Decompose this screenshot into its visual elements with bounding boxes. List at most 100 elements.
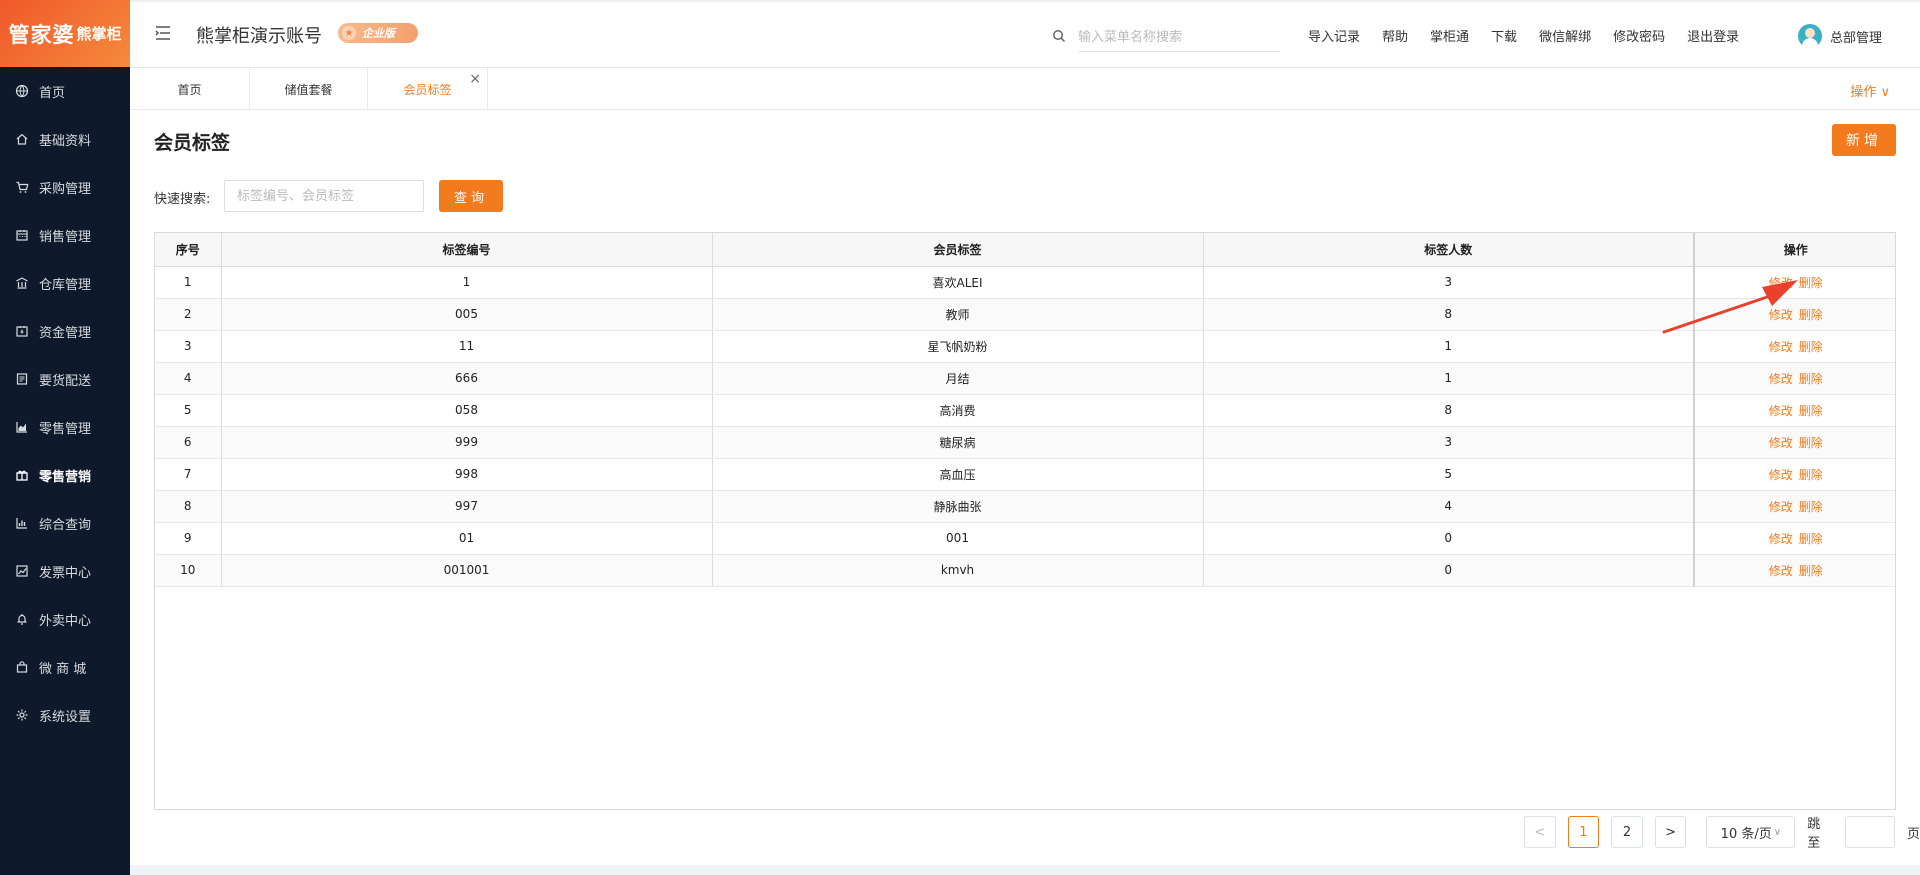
delete-link[interactable]: 删除 <box>1799 340 1823 354</box>
delete-link[interactable]: 删除 <box>1799 308 1823 322</box>
cell-count: 0 <box>1203 554 1695 587</box>
jump-label: 跳至 <box>1807 817 1821 851</box>
edit-link[interactable]: 修改 <box>1769 340 1793 354</box>
edit-link[interactable]: 修改 <box>1769 564 1793 578</box>
edit-link[interactable]: 修改 <box>1769 276 1793 290</box>
sidebar-item-label: 综合查询 <box>39 517 92 533</box>
delete-link[interactable]: 删除 <box>1799 500 1823 514</box>
tab-member-tags[interactable]: 会员标签 × <box>368 68 488 110</box>
edit-link[interactable]: 修改 <box>1769 436 1793 450</box>
menu-search-input[interactable] <box>1078 24 1280 52</box>
sidebar-item-14[interactable]: 系统设置 <box>0 691 130 739</box>
delete-link[interactable]: 删除 <box>1799 532 1823 546</box>
edit-link[interactable]: 修改 <box>1769 500 1793 514</box>
change-password-link[interactable]: 修改密码 <box>1613 26 1665 45</box>
jump-page-input[interactable] <box>1844 816 1895 848</box>
delete-link[interactable]: 删除 <box>1799 276 1823 290</box>
table-row: 1 1 喜欢ALEI 3 修改 删除 <box>155 266 1895 299</box>
sidebar-item-label: 系统设置 <box>39 709 92 725</box>
sidebar-item-10[interactable]: 综合查询 <box>0 499 130 547</box>
operations-dropdown[interactable]: 操作 ∨ <box>1850 81 1890 100</box>
cell-seq: 9 <box>155 522 222 555</box>
page-size-select[interactable]: 10 条/页 ∨ <box>1706 816 1796 848</box>
cell-code: 666 <box>221 362 713 395</box>
close-icon[interactable]: × <box>469 72 481 86</box>
cell-tag: 喜欢ALEI <box>712 266 1204 299</box>
delete-link[interactable]: 删除 <box>1799 372 1823 386</box>
table-row: 3 11 星飞帆奶粉 1 修改 删除 <box>155 330 1895 363</box>
user-menu[interactable]: 总部管理 <box>1798 24 1882 48</box>
sidebar-item-5[interactable]: 仓库管理 <box>0 259 130 307</box>
cell-seq: 7 <box>155 458 222 491</box>
calendar-icon <box>15 228 29 242</box>
edition-badge: ★ 企业版 <box>338 23 418 43</box>
edit-link[interactable]: 修改 <box>1769 404 1793 418</box>
avatar[interactable] <box>1798 24 1822 48</box>
tags-table: 序号 标签编号 会员标签 标签人数 操作 1 1 喜欢ALEI 3 修改 删除 2 005 教师… <box>154 232 1896 810</box>
cell-code: 999 <box>221 426 713 459</box>
column-header-seq: 序号 <box>155 233 222 267</box>
tab-stored-value-package[interactable]: 储值套餐 <box>250 68 368 110</box>
sidebar-item-label: 资金管理 <box>39 325 92 341</box>
sidebar-item-label: 销售管理 <box>39 229 92 245</box>
cell-tag: 静脉曲张 <box>712 490 1204 523</box>
cell-actions: 修改 删除 <box>1693 266 1895 299</box>
cell-tag: 教师 <box>712 298 1204 331</box>
page-button-2[interactable]: 2 <box>1611 816 1643 848</box>
sidebar: 管家婆 熊掌柜 首页 基础资料 采购管理销售管理仓库管理资金管理要货配送 零售管理 零售… <box>0 0 130 875</box>
cell-count: 0 <box>1203 522 1695 555</box>
sidebar-item-9[interactable]: 零售营销 <box>0 451 130 499</box>
zhangguitong-link[interactable]: 掌柜通 <box>1430 26 1469 45</box>
help-link[interactable]: 帮助 <box>1382 26 1408 45</box>
sidebar-item-2[interactable]: 基础资料 <box>0 115 130 163</box>
column-header-count: 标签人数 <box>1203 233 1695 267</box>
cell-count: 5 <box>1203 458 1695 491</box>
sidebar-item-1[interactable]: 首页 <box>0 67 130 115</box>
cell-seq: 1 <box>155 266 222 299</box>
add-button[interactable]: 新增 <box>1832 124 1896 156</box>
sidebar-item-12[interactable]: 外卖中心 <box>0 595 130 643</box>
quick-search-input[interactable] <box>224 180 424 212</box>
logout-link[interactable]: 退出登录 <box>1687 26 1739 45</box>
delete-link[interactable]: 删除 <box>1799 564 1823 578</box>
delete-link[interactable]: 删除 <box>1799 404 1823 418</box>
edit-link[interactable]: 修改 <box>1769 468 1793 482</box>
download-link[interactable]: 下载 <box>1491 26 1517 45</box>
sidebar-item-3[interactable]: 采购管理 <box>0 163 130 211</box>
wechat-unbind-link[interactable]: 微信解绑 <box>1539 26 1591 45</box>
sidebar-item-6[interactable]: 资金管理 <box>0 307 130 355</box>
query-button[interactable]: 查询 <box>439 180 503 212</box>
line-chart-icon <box>15 564 29 578</box>
sidebar-item-4[interactable]: 销售管理 <box>0 211 130 259</box>
cell-count: 1 <box>1203 330 1695 363</box>
delete-link[interactable]: 删除 <box>1799 468 1823 482</box>
sidebar-item-13[interactable]: 微 商 城 <box>0 643 130 691</box>
tab-label: 首页 <box>177 82 202 97</box>
table-row: 2 005 教师 8 修改 删除 <box>155 298 1895 331</box>
username[interactable]: 总部管理 <box>1830 27 1882 46</box>
tab-home[interactable]: 首页 <box>130 68 250 110</box>
star-icon: ★ <box>342 26 356 40</box>
sidebar-item-8[interactable]: 零售管理 <box>0 403 130 451</box>
cell-actions: 修改 删除 <box>1693 362 1895 395</box>
delete-link[interactable]: 删除 <box>1799 436 1823 450</box>
table-row: 6 999 糖尿病 3 修改 删除 <box>155 426 1895 459</box>
sidebar-item-7[interactable]: 要货配送 <box>0 355 130 403</box>
search-icon[interactable] <box>1052 29 1066 43</box>
sidebar-item-11[interactable]: 发票中心 <box>0 547 130 595</box>
logo-main: 管家婆 <box>8 22 75 47</box>
sidebar-item-label: 外卖中心 <box>39 613 92 629</box>
cell-actions: 修改 删除 <box>1693 394 1895 427</box>
import-records-link[interactable]: 导入记录 <box>1308 26 1360 45</box>
edit-link[interactable]: 修改 <box>1769 308 1793 322</box>
page-button-1[interactable]: 1 <box>1567 816 1600 848</box>
prev-page-button[interactable]: < <box>1524 816 1556 848</box>
page-title: 会员标签 <box>154 132 231 154</box>
menu-toggle-icon[interactable] <box>154 24 172 42</box>
quick-search-label: 快速搜索: <box>154 192 211 207</box>
edit-link[interactable]: 修改 <box>1769 532 1793 546</box>
cell-actions: 修改 删除 <box>1693 554 1895 587</box>
next-page-button[interactable]: > <box>1654 816 1687 848</box>
app-logo[interactable]: 管家婆 熊掌柜 <box>0 0 130 67</box>
edit-link[interactable]: 修改 <box>1769 372 1793 386</box>
